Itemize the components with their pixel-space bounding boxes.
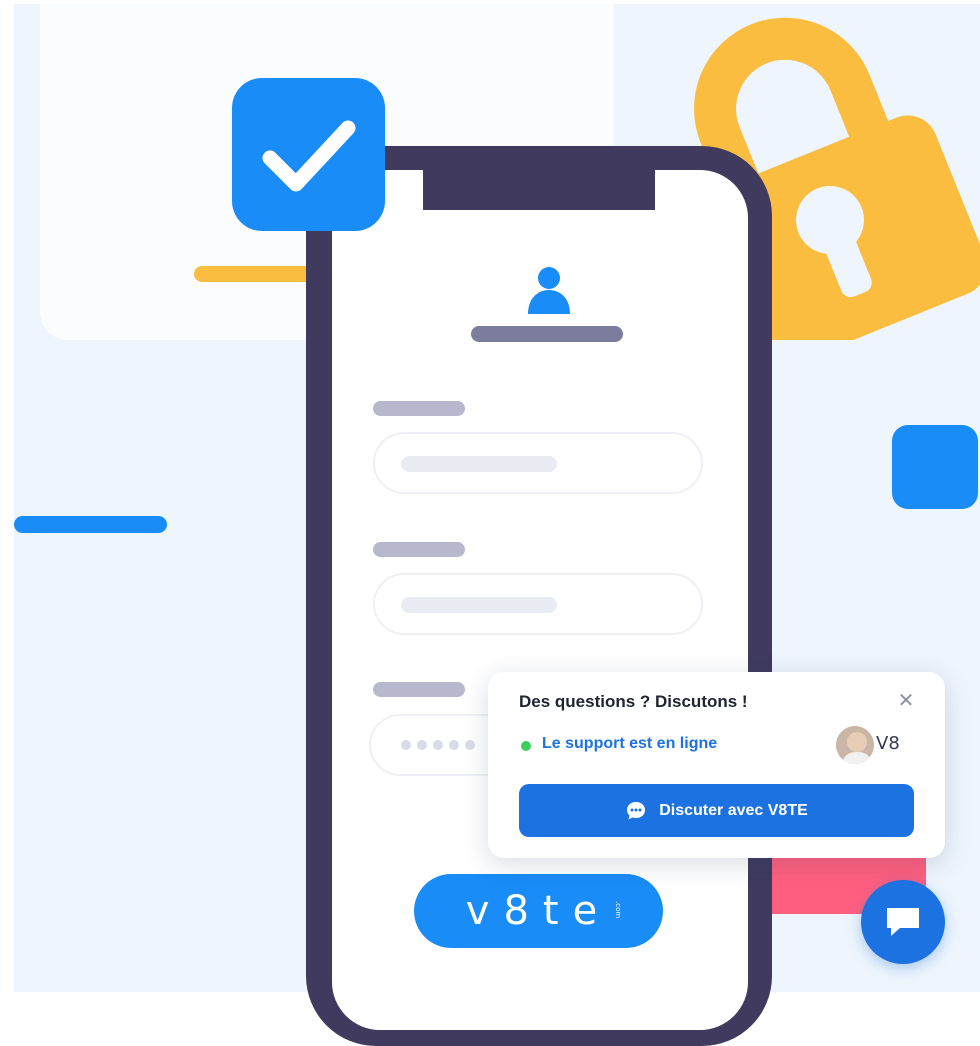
field-label-placeholder	[373, 542, 465, 557]
field-label-placeholder	[373, 682, 465, 697]
avatar	[836, 726, 874, 764]
decorative-blue-square	[892, 425, 978, 509]
chat-launcher-button[interactable]	[861, 880, 945, 964]
field-label-placeholder	[373, 401, 465, 416]
text-field-placeholder	[373, 432, 703, 494]
close-icon[interactable]: ✕	[895, 690, 917, 712]
username-placeholder-bar	[471, 326, 623, 342]
brand-logo-pill: v8te .com	[414, 874, 663, 948]
checkmark-icon	[232, 78, 385, 231]
brand-logo-text: v8te	[465, 888, 612, 934]
decorative-yellow-dash	[194, 266, 324, 282]
field-value-placeholder	[401, 597, 557, 613]
brand-logo-tld: .com	[614, 901, 622, 919]
chat-start-button-label: Discuter avec V8TE	[659, 801, 808, 819]
field-value-placeholder	[401, 456, 557, 472]
decorative-blue-dash	[14, 516, 167, 533]
text-field-placeholder	[373, 573, 703, 635]
chat-popup-title: Des questions ? Discutons !	[519, 692, 748, 711]
chat-launcher-icon	[887, 908, 919, 936]
chat-popup: Des questions ? Discutons ! ✕ Le support…	[488, 672, 945, 858]
online-status-dot	[521, 741, 531, 751]
brand-mini-logo: V8	[876, 733, 900, 754]
support-status-text: Le support est en ligne	[542, 735, 718, 752]
password-dots	[401, 740, 475, 750]
chat-bubble-icon	[627, 801, 646, 819]
user-icon	[528, 267, 570, 314]
agent-avatar-icon	[836, 726, 874, 764]
chat-start-button[interactable]: Discuter avec V8TE	[519, 784, 914, 837]
phone-notch	[423, 160, 655, 210]
